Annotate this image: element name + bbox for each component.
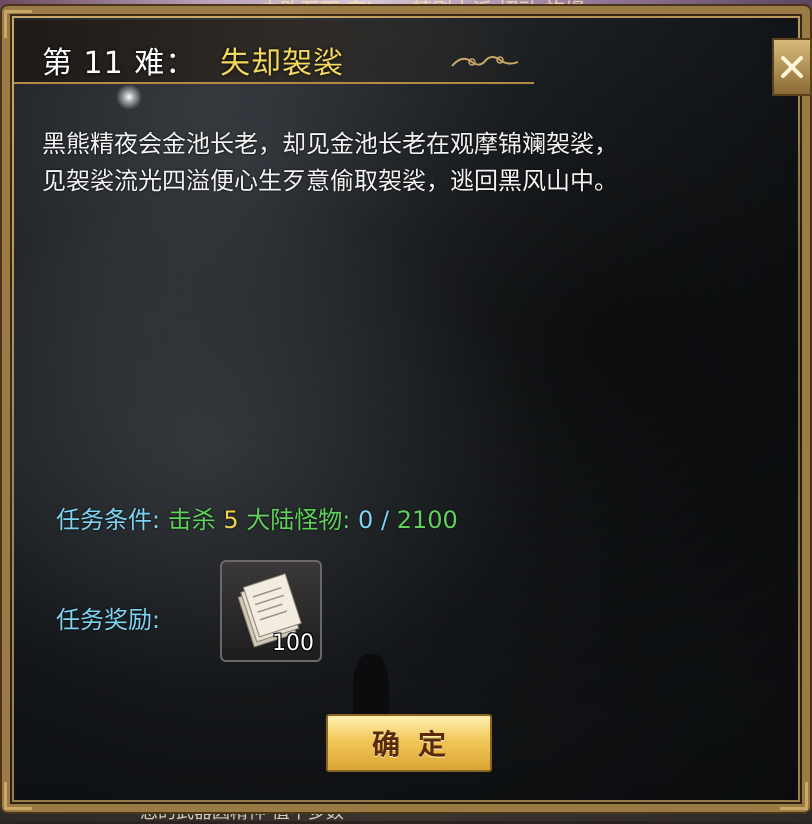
condition-separator: / [380, 506, 390, 534]
condition-action: 击杀 [167, 506, 216, 534]
condition-target: 大陆怪物: [246, 506, 351, 534]
quest-condition: 任务条件: 击杀 5 大陆怪物: 0 / 2100 [56, 500, 458, 535]
close-icon [781, 56, 803, 78]
reward-item-count: 100 [272, 631, 314, 656]
frame-corner-ornament [780, 782, 808, 810]
condition-label: 任务条件: [56, 506, 161, 534]
quest-story: 黑熊精夜会金池长老，却见金池长老在观摩锦斓袈裟， 见袈裟流光四溢便心生歹意偷取袈… [42, 126, 792, 200]
condition-progress: 0 [358, 506, 374, 534]
condition-count: 5 [223, 506, 239, 534]
reward-item-slot[interactable]: 100 [220, 560, 322, 662]
confirm-button[interactable]: 确定 [326, 714, 492, 772]
reward-label: 任务奖励: [56, 606, 161, 634]
condition-total: 2100 [396, 506, 458, 534]
story-line-2: 见袈裟流光四溢便心生歹意偷取袈裟，逃回黑风山中。 [42, 167, 618, 195]
story-line-1: 黑熊精夜会金池长老，却见金池长老在观摩锦斓袈裟， [42, 130, 618, 158]
cloud-flourish-icon [451, 56, 519, 67]
close-button[interactable] [772, 38, 812, 96]
frame-corner-ornament [4, 782, 32, 810]
quest-number: 第 11 难： [42, 46, 197, 81]
sparkle-effect [116, 84, 142, 110]
quest-title: 失却袈裟 [220, 46, 344, 81]
